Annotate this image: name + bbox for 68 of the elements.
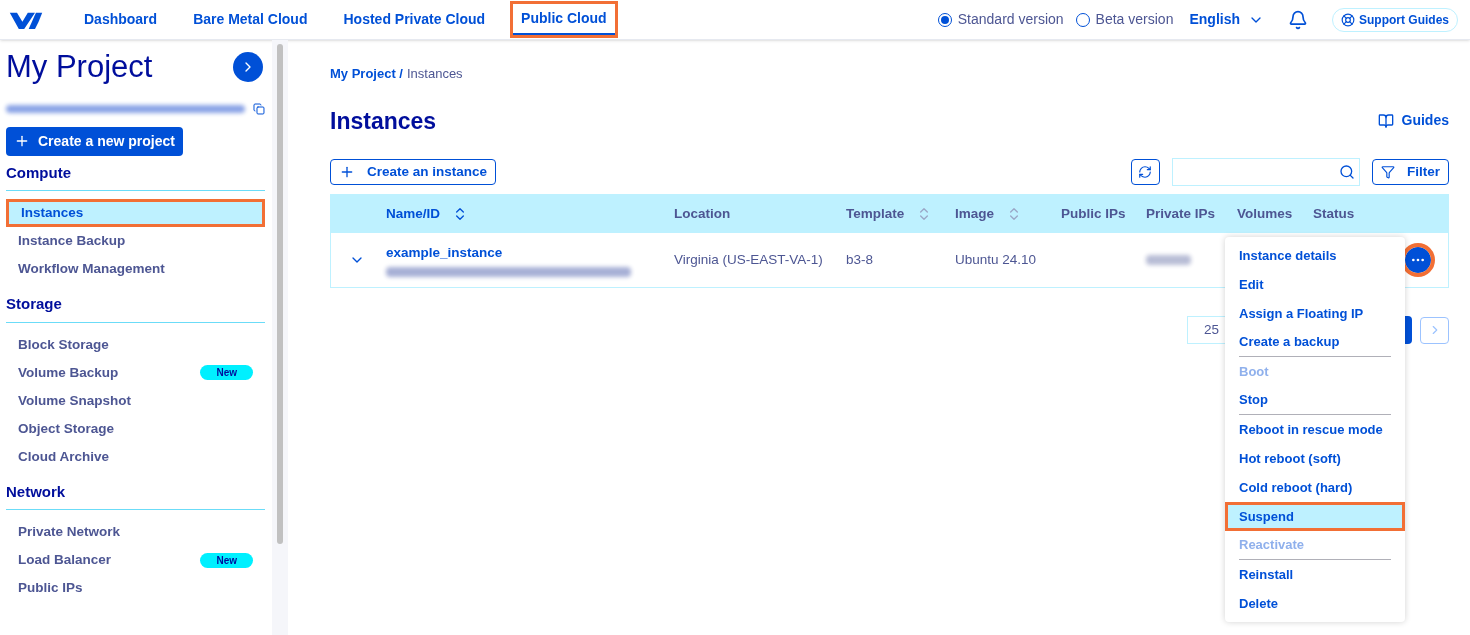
sidebar-item[interactable]: Object Storage <box>6 414 265 443</box>
breadcrumb-link[interactable]: My Project / <box>330 64 403 84</box>
menu-item[interactable]: Reinstall <box>1239 560 1391 589</box>
create-instance-button[interactable]: Create an instance <box>330 159 497 185</box>
notification-bell-icon[interactable] <box>1288 9 1308 30</box>
section-title: Compute <box>6 157 265 192</box>
page-title: Instances <box>330 106 437 136</box>
table-cell-text: Ubuntu 24.10 <box>955 250 1038 269</box>
menu-item[interactable]: Suspend <box>1225 502 1405 531</box>
nav-link[interactable]: Public Cloud <box>513 4 615 35</box>
menu-item[interactable]: Hot reboot (soft) <box>1239 444 1391 473</box>
new-badge: New <box>200 552 253 568</box>
menu-item[interactable]: Reboot in rescue mode <box>1239 415 1391 444</box>
sidebar-item[interactable]: Cloud Archive <box>6 442 265 471</box>
book-icon <box>1377 112 1394 129</box>
column-header[interactable]: Template <box>846 203 933 225</box>
search-icon <box>1339 164 1355 180</box>
nav-link[interactable]: Hosted Private Cloud <box>335 5 494 34</box>
menu-item[interactable]: Instance details <box>1239 241 1391 270</box>
blurred-private-ip <box>1146 255 1191 265</box>
sidebar-item[interactable]: Instances <box>6 199 265 228</box>
refresh-icon <box>1138 165 1153 179</box>
menu-item[interactable]: Delete <box>1239 589 1391 618</box>
menu-item[interactable]: Stop <box>1239 386 1391 415</box>
sidebar-item[interactable]: Volume Snapshot <box>6 386 265 415</box>
nav-link[interactable]: Bare Metal Cloud <box>185 5 316 34</box>
table-cell-text: Virginia (US-EAST-VA-1) <box>674 250 824 269</box>
nav-link[interactable]: Dashboard <box>76 5 166 34</box>
scrollbar-thumb[interactable] <box>277 44 283 544</box>
refresh-button[interactable] <box>1131 159 1160 185</box>
sidebar-item[interactable]: Workflow Management <box>6 255 265 284</box>
radio-label: Standard version <box>957 10 1064 29</box>
copy-icon[interactable] <box>253 102 265 115</box>
sidebar-item[interactable]: Load Balancer New <box>6 546 265 575</box>
new-badge: New <box>200 365 253 381</box>
plus-icon <box>339 164 355 180</box>
project-title: My Project <box>6 48 153 86</box>
filter-button[interactable]: Filter <box>1372 159 1449 185</box>
column-header[interactable]: Name/ID <box>386 203 469 225</box>
menu-item[interactable]: Edit <box>1239 270 1391 299</box>
menu-item[interactable]: Create a backup <box>1239 328 1391 357</box>
sidebar-item[interactable]: Private Network <box>6 518 265 547</box>
section-title: Storage <box>6 289 265 323</box>
column-header[interactable]: Image <box>955 203 1023 225</box>
filter-icon <box>1381 165 1395 179</box>
guides-link[interactable]: Guides <box>1377 110 1449 132</box>
column-header[interactable]: Volumes <box>1237 203 1293 225</box>
radio-label: Beta version <box>1095 10 1174 29</box>
column-header[interactable]: Status <box>1313 203 1355 225</box>
column-header[interactable]: Location <box>674 203 731 225</box>
menu-item[interactable]: Assign a Floating IP <box>1239 299 1391 328</box>
sidebar-item[interactable]: Block Storage <box>6 330 265 359</box>
create-project-button[interactable]: Create a new project <box>6 126 183 156</box>
sidebar-item[interactable]: Instance Backup <box>6 227 265 256</box>
expand-button[interactable] <box>233 52 263 83</box>
language-select[interactable]: English <box>1189 9 1264 30</box>
menu-item[interactable]: Cold reboot (hard) <box>1239 473 1391 502</box>
search-field[interactable] <box>1172 158 1360 186</box>
table-cell-text: b3-8 <box>846 250 875 269</box>
sidebar-item[interactable]: Public IPs <box>6 574 265 603</box>
instance-name-link[interactable]: example_instance <box>386 242 674 264</box>
column-header[interactable]: Public IPs <box>1061 203 1126 225</box>
column-header[interactable]: Private IPs <box>1146 203 1216 225</box>
more-actions-button[interactable] <box>1405 247 1431 273</box>
breadcrumb-current: Instances <box>406 65 463 83</box>
section-title: Network <box>6 476 265 511</box>
lifebuoy-icon <box>1341 12 1355 27</box>
sidebar-item[interactable]: Volume Backup New <box>6 358 265 387</box>
